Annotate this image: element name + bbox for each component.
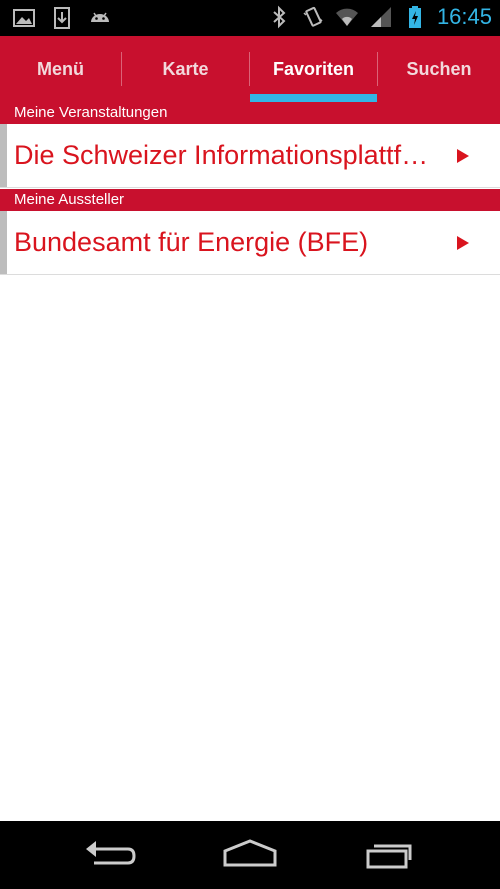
bluetooth-icon bbox=[273, 5, 286, 29]
battery-icon bbox=[408, 6, 421, 28]
system-nav-bar bbox=[0, 821, 500, 889]
recent-apps-icon[interactable] bbox=[360, 837, 420, 873]
vibrate-icon bbox=[303, 6, 323, 27]
list-item-exhibitor[interactable]: Bundesamt für Energie (BFE) bbox=[0, 211, 500, 275]
tab-search[interactable]: Suchen bbox=[378, 36, 500, 102]
list-item-event[interactable]: Die Schweizer Informationsplattform für … bbox=[0, 124, 500, 188]
image-icon bbox=[13, 9, 35, 27]
tab-favorites[interactable]: Favoriten bbox=[250, 36, 377, 102]
row-accent-bar bbox=[0, 211, 7, 274]
download-icon bbox=[54, 7, 70, 29]
status-bar: 16:45 bbox=[0, 0, 500, 36]
chevron-right-icon bbox=[457, 148, 469, 163]
active-tab-indicator bbox=[250, 94, 377, 102]
tab-map[interactable]: Karte bbox=[122, 36, 249, 102]
wifi-icon bbox=[335, 8, 358, 26]
back-icon[interactable] bbox=[80, 837, 140, 873]
list-item-label: Die Schweizer Informationsplattform für … bbox=[14, 140, 434, 170]
tab-menu[interactable]: Menü bbox=[0, 36, 121, 102]
list-item-label: Bundesamt für Energie (BFE) bbox=[14, 227, 369, 257]
home-icon[interactable] bbox=[220, 837, 280, 873]
clock: 16:45 bbox=[436, 4, 492, 29]
tab-bar: Menü Karte Favoriten Suchen bbox=[0, 36, 500, 102]
chevron-right-icon bbox=[457, 235, 469, 250]
section-header-exhibitors: Meine Aussteller bbox=[0, 189, 500, 211]
android-icon bbox=[91, 12, 109, 22]
row-accent-bar bbox=[0, 124, 7, 187]
section-header-events: Meine Veranstaltungen bbox=[0, 102, 500, 124]
signal-icon bbox=[370, 7, 391, 27]
